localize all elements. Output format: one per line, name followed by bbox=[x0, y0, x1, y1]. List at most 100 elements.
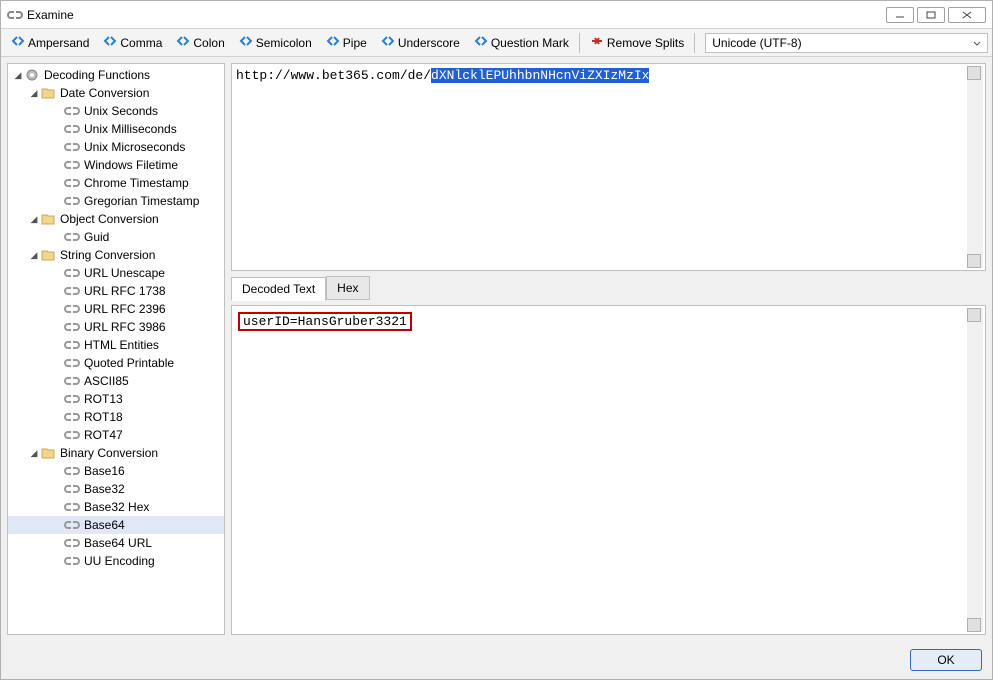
tree-item[interactable]: Quoted Printable bbox=[8, 354, 224, 372]
split-icon bbox=[11, 35, 25, 50]
maximize-button[interactable] bbox=[917, 7, 945, 23]
toolbar-remove-splits[interactable]: Remove Splits bbox=[584, 32, 690, 53]
scrollbar[interactable] bbox=[967, 308, 983, 632]
titlebar: Examine bbox=[1, 1, 992, 29]
tree-item[interactable]: Base16 bbox=[8, 462, 224, 480]
split-icon bbox=[474, 35, 488, 50]
chain-icon bbox=[64, 158, 80, 172]
remove-split-icon bbox=[590, 35, 604, 50]
folder-icon bbox=[40, 86, 56, 100]
tree-item[interactable]: Unix Seconds bbox=[8, 102, 224, 120]
folder-icon bbox=[40, 248, 56, 262]
tab-decoded-text[interactable]: Decoded Text bbox=[231, 277, 326, 301]
tree-toggle-icon[interactable]: ◢ bbox=[28, 448, 40, 459]
tree-item[interactable]: Guid bbox=[8, 228, 224, 246]
output-textarea[interactable]: userID=HansGruber3321 bbox=[231, 305, 986, 635]
folder-icon bbox=[40, 212, 56, 226]
tree-item[interactable]: URL RFC 1738 bbox=[8, 282, 224, 300]
tree-group[interactable]: ◢String Conversion bbox=[8, 246, 224, 264]
tree-item[interactable]: Gregorian Timestamp bbox=[8, 192, 224, 210]
chain-icon bbox=[64, 500, 80, 514]
tree-item[interactable]: URL Unescape bbox=[8, 264, 224, 282]
chain-icon bbox=[64, 482, 80, 496]
tree-toggle-icon[interactable]: ◢ bbox=[28, 250, 40, 261]
ok-button[interactable]: OK bbox=[910, 649, 982, 671]
toolbar: AmpersandCommaColonSemicolonPipeUndersco… bbox=[1, 29, 992, 57]
input-plain: http://www.bet365.com/de/ bbox=[236, 68, 431, 83]
tree-item[interactable]: UU Encoding bbox=[8, 552, 224, 570]
sidebar[interactable]: ◢Decoding Functions◢Date ConversionUnix … bbox=[7, 63, 225, 635]
split-icon bbox=[326, 35, 340, 50]
tree-item[interactable]: Base64 bbox=[8, 516, 224, 534]
chain-icon bbox=[64, 554, 80, 568]
toolbar-underscore[interactable]: Underscore bbox=[375, 32, 466, 53]
input-highlighted: dXNlcklEPUhhbnNHcnViZXIzMzIx bbox=[431, 68, 649, 83]
chain-icon bbox=[64, 140, 80, 154]
toolbar-colon[interactable]: Colon bbox=[170, 32, 230, 53]
tree-group[interactable]: ◢Binary Conversion bbox=[8, 444, 224, 462]
output-tabs: Decoded TextHex bbox=[231, 276, 986, 300]
app-icon bbox=[7, 10, 23, 20]
tab-hex[interactable]: Hex bbox=[326, 276, 369, 300]
tree-item[interactable]: Base64 URL bbox=[8, 534, 224, 552]
tree-item[interactable]: Base32 bbox=[8, 480, 224, 498]
chain-icon bbox=[64, 176, 80, 190]
scrollbar[interactable] bbox=[967, 66, 983, 268]
tree-group[interactable]: ◢Object Conversion bbox=[8, 210, 224, 228]
tree-item[interactable]: Unix Milliseconds bbox=[8, 120, 224, 138]
toolbar-comma[interactable]: Comma bbox=[97, 32, 168, 53]
tree-item[interactable]: ROT18 bbox=[8, 408, 224, 426]
tree-item[interactable]: Windows Filetime bbox=[8, 156, 224, 174]
minimize-button[interactable] bbox=[886, 7, 914, 23]
folder-icon bbox=[40, 446, 56, 460]
tree-item[interactable]: URL RFC 2396 bbox=[8, 300, 224, 318]
chain-icon bbox=[64, 320, 80, 334]
input-textarea[interactable]: http://www.bet365.com/de/dXNlcklEPUhhbnN… bbox=[231, 63, 986, 271]
tree-toggle-icon[interactable]: ◢ bbox=[28, 214, 40, 225]
chain-icon bbox=[64, 122, 80, 136]
chain-icon bbox=[64, 464, 80, 478]
chain-icon bbox=[64, 410, 80, 424]
window-title: Examine bbox=[27, 8, 74, 22]
tree-toggle-icon[interactable]: ◢ bbox=[12, 70, 24, 81]
close-button[interactable] bbox=[948, 7, 986, 23]
toolbar-semicolon[interactable]: Semicolon bbox=[233, 32, 318, 53]
chevron-down-icon bbox=[973, 36, 981, 50]
chain-icon bbox=[64, 302, 80, 316]
chain-icon bbox=[64, 428, 80, 442]
split-icon bbox=[176, 35, 190, 50]
tree-item[interactable]: Base32 Hex bbox=[8, 498, 224, 516]
encoding-select[interactable]: Unicode (UTF-8) bbox=[705, 33, 988, 53]
chain-icon bbox=[64, 194, 80, 208]
chain-icon bbox=[64, 536, 80, 550]
output-text: userID=HansGruber3321 bbox=[238, 312, 412, 331]
chain-icon bbox=[64, 266, 80, 280]
chain-icon bbox=[64, 104, 80, 118]
tree-item[interactable]: ROT47 bbox=[8, 426, 224, 444]
chain-icon bbox=[64, 230, 80, 244]
split-icon bbox=[239, 35, 253, 50]
tree-item[interactable]: ROT13 bbox=[8, 390, 224, 408]
tree-item[interactable]: Chrome Timestamp bbox=[8, 174, 224, 192]
chain-icon bbox=[64, 338, 80, 352]
toolbar-question-mark[interactable]: Question Mark bbox=[468, 32, 575, 53]
toolbar-pipe[interactable]: Pipe bbox=[320, 32, 373, 53]
toolbar-ampersand[interactable]: Ampersand bbox=[5, 32, 95, 53]
tree-item[interactable]: HTML Entities bbox=[8, 336, 224, 354]
tree-item[interactable]: ASCII85 bbox=[8, 372, 224, 390]
tree-toggle-icon[interactable]: ◢ bbox=[28, 88, 40, 99]
split-icon bbox=[103, 35, 117, 50]
tree-root[interactable]: ◢Decoding Functions bbox=[8, 66, 224, 84]
chain-icon bbox=[64, 374, 80, 388]
app-window: Examine AmpersandCommaColonSemicolonPipe… bbox=[0, 0, 993, 680]
tree-item[interactable]: Unix Microseconds bbox=[8, 138, 224, 156]
footer: OK bbox=[1, 641, 992, 679]
chain-icon bbox=[64, 518, 80, 532]
chain-icon bbox=[64, 356, 80, 370]
chain-icon bbox=[64, 284, 80, 298]
tree-item[interactable]: URL RFC 3986 bbox=[8, 318, 224, 336]
chain-icon bbox=[64, 392, 80, 406]
tree-group[interactable]: ◢Date Conversion bbox=[8, 84, 224, 102]
split-icon bbox=[381, 35, 395, 50]
gear-icon bbox=[24, 68, 40, 82]
